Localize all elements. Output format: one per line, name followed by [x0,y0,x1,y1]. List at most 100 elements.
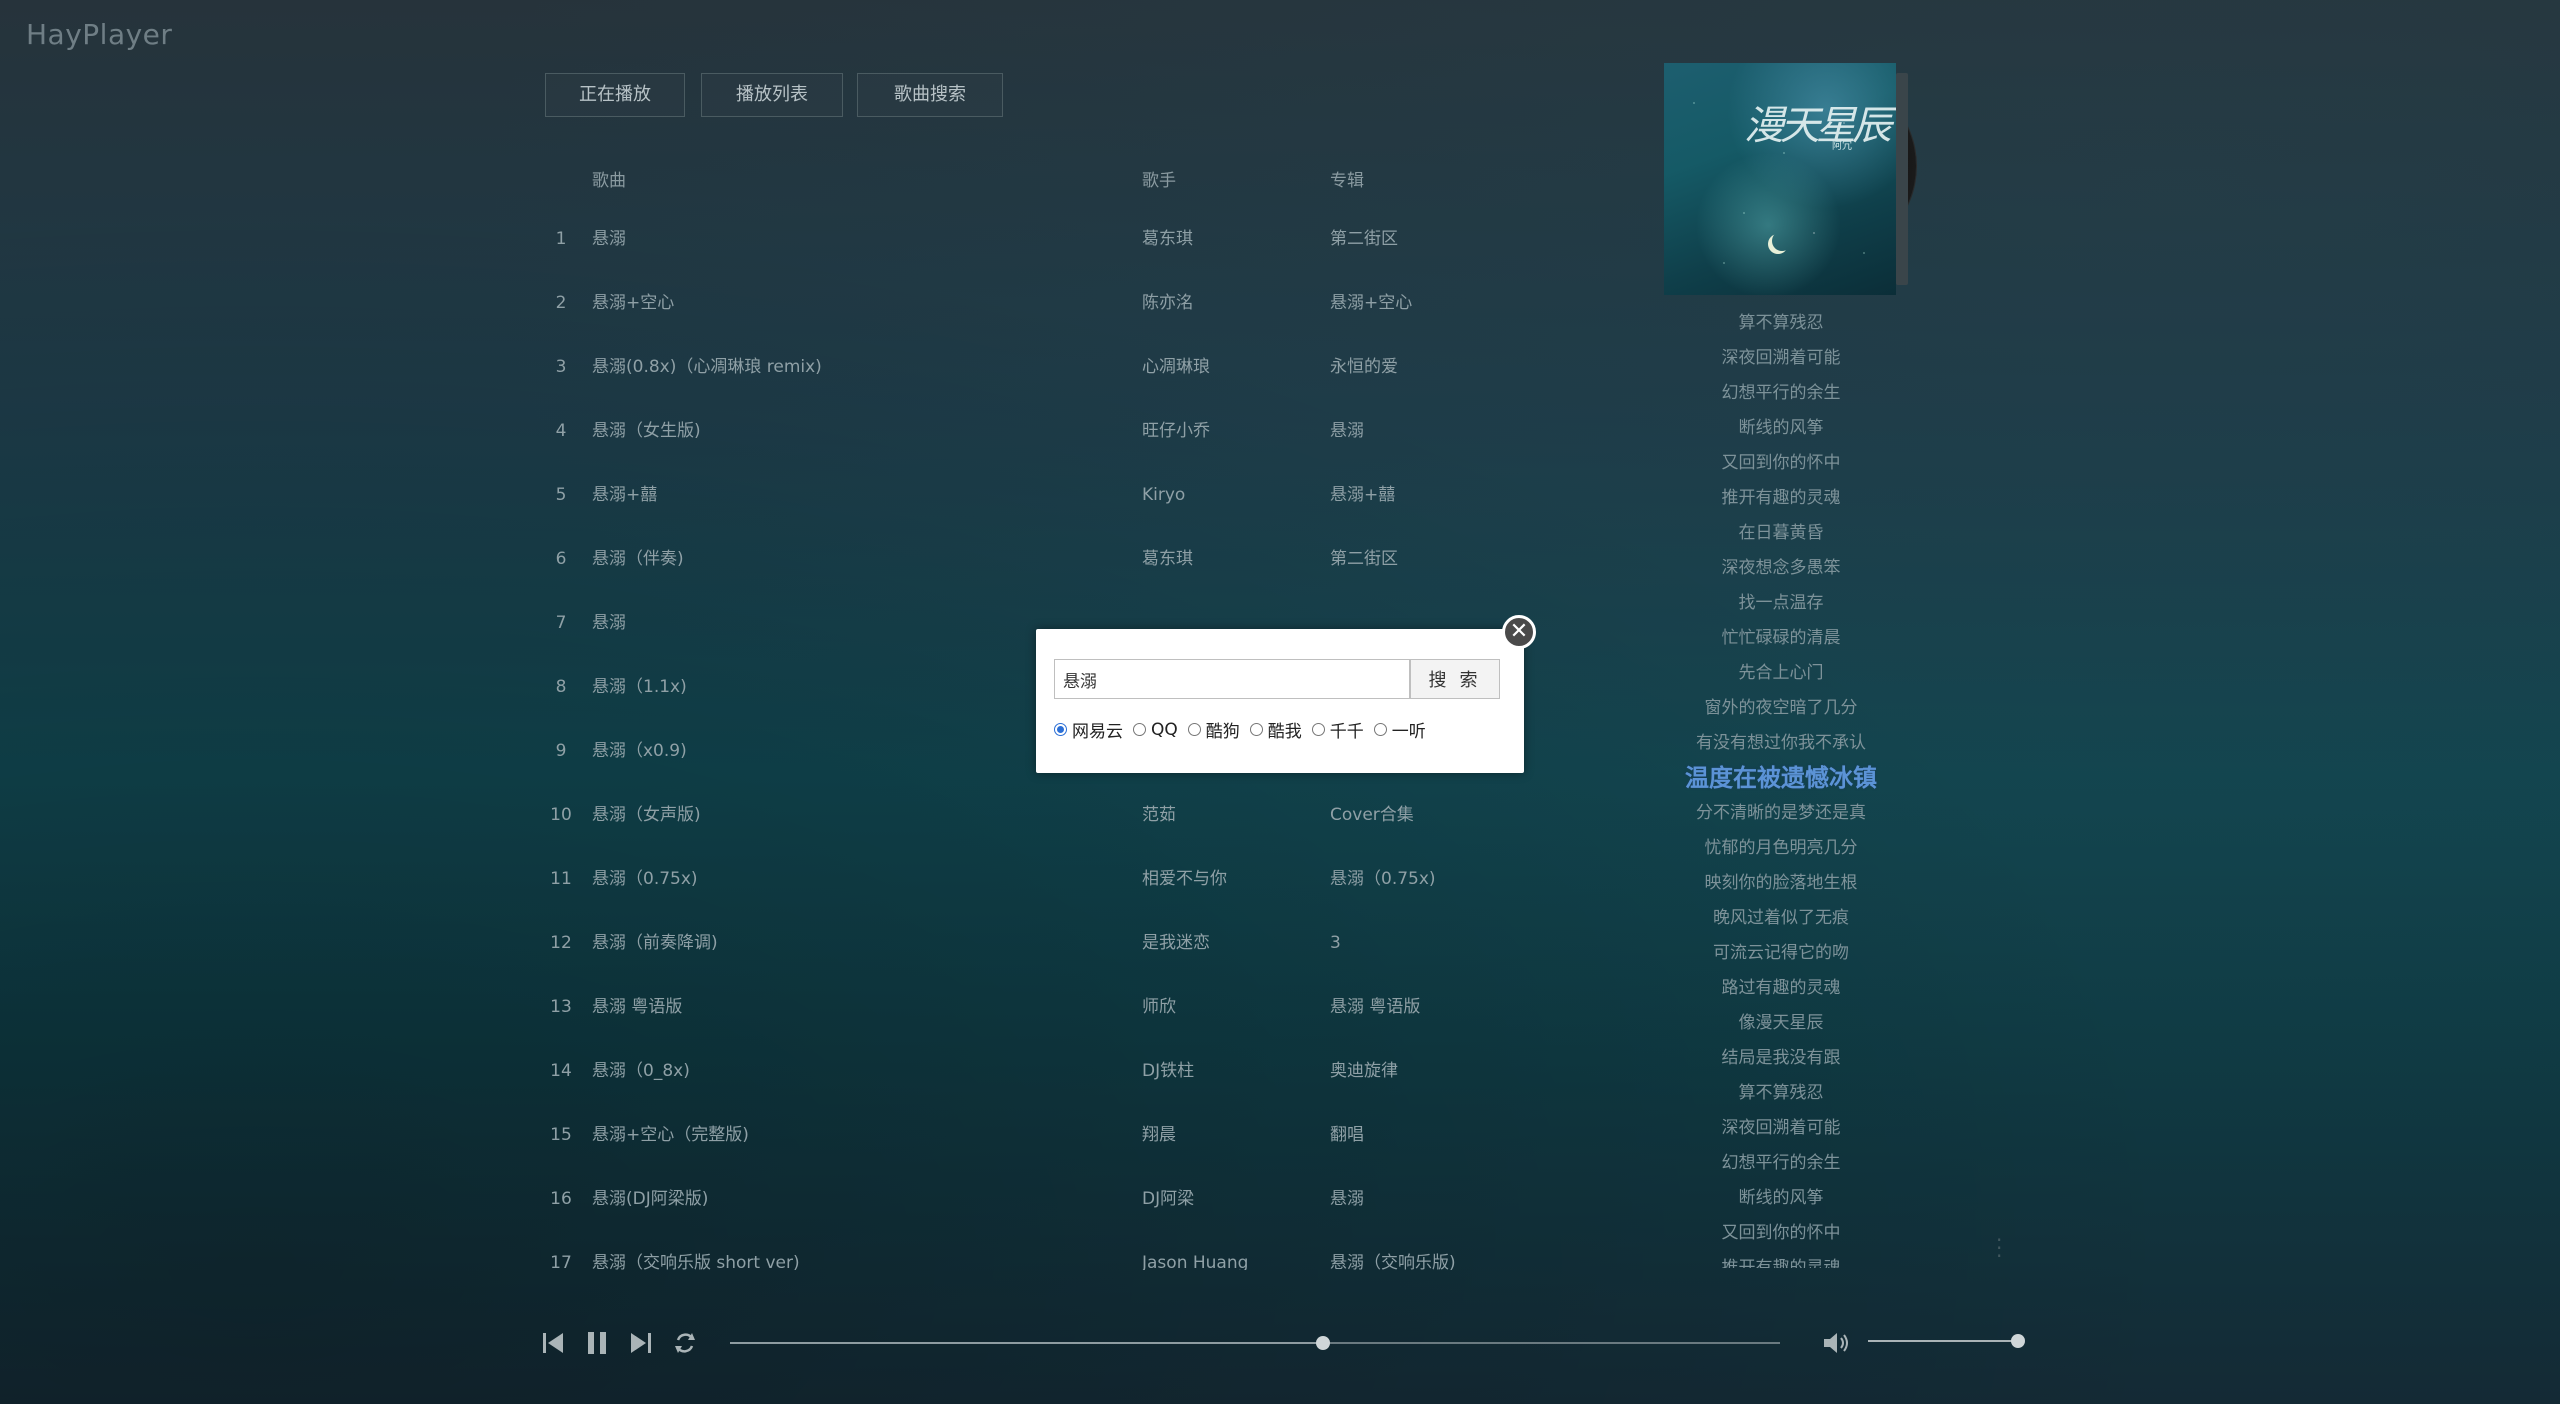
song-title: 悬溺+空心（完整版) [592,1125,749,1145]
pause-icon[interactable] [584,1330,610,1356]
song-artist: Jason Huang [1142,1253,1249,1270]
song-album: 第二街区 [1330,229,1398,249]
table-row[interactable]: 15 悬溺+空心（完整版) 翔晨 翻唱 [545,1103,1545,1167]
song-title: 悬溺 粤语版 [592,997,683,1017]
more-options-icon[interactable]: · · · [1996,1230,2002,1266]
song-title: 悬溺（0_8x) [592,1061,690,1081]
table-row[interactable]: 5 悬溺+囍 Kiryo 悬溺+囍 [545,463,1545,527]
previous-icon[interactable] [540,1330,566,1356]
header-title: 歌曲 [592,171,626,191]
radio-button[interactable] [1187,723,1201,736]
now-playing-artwork: 漫天星辰 阿冗 [1664,63,1916,295]
lyric-line: 窗外的夜空暗了几分 [1704,698,1858,718]
lyric-line: 断线的风筝 [1738,1188,1824,1208]
song-title: 悬溺（0.75x) [592,869,698,889]
radio-button[interactable] [1373,723,1387,736]
song-artist: 相爱不与你 [1142,869,1227,889]
album-cover[interactable]: 漫天星辰 阿冗 [1664,63,1896,295]
lyric-line: 深夜回溯着可能 [1721,1118,1841,1138]
song-album: 悬溺+空心 [1330,293,1413,313]
song-artist: 葛东琪 [1142,549,1193,569]
source-option[interactable]: 酷狗 [1187,717,1240,742]
table-row[interactable]: 6 悬溺（伴奏) 葛东琪 第二街区 [545,527,1545,591]
table-row[interactable]: 14 悬溺（0_8x) DJ铁柱 奥迪旋律 [545,1039,1545,1103]
table-row[interactable]: 1 悬溺 葛东琪 第二街区 [545,207,1545,271]
lyric-line: 深夜想念多愚笨 [1721,558,1841,578]
source-option[interactable]: 网易云 [1054,717,1123,742]
search-button[interactable]: 搜 索 [1410,659,1500,699]
progress-bar[interactable] [730,1336,1780,1350]
song-artist: 师欣 [1142,997,1176,1017]
table-row[interactable]: 17 悬溺（交响乐版 short ver) Jason Huang 悬溺（交响乐版) [545,1231,1545,1270]
source-label: 酷狗 [1205,722,1240,742]
source-option[interactable]: 千千 [1311,717,1364,742]
volume-slider[interactable] [1868,1334,2025,1348]
row-number: 11 [550,869,572,889]
tab-playlist[interactable]: 播放列表 [701,73,843,117]
lyric-line: 找一点温存 [1738,593,1824,613]
app-logo: HayPlayer [26,18,173,51]
lyric-line: 算不算残忍 [1738,1083,1824,1103]
row-number: 13 [550,997,572,1017]
radio-button[interactable] [1311,723,1325,736]
song-album: 悬溺（交响乐版) [1330,1253,1456,1270]
header-album: 专辑 [1330,171,1364,191]
volume-icon[interactable] [1822,1329,1854,1357]
song-artist: 范茹 [1142,805,1176,825]
song-title: 悬溺 [592,613,626,633]
source-option[interactable]: QQ [1133,720,1178,740]
radio-button[interactable] [1133,723,1146,736]
table-row[interactable]: 16 悬溺(DJ阿梁版) DJ阿梁 悬溺 [545,1167,1545,1231]
table-row[interactable]: 4 悬溺（女生版) 旺仔小乔 悬溺 [545,399,1545,463]
lyric-line: 算不算残忍 [1738,313,1824,333]
table-row[interactable]: 3 悬溺(0.8x)（心凋琳琅 remix) 心凋琳琅 永恒的爱 [545,335,1545,399]
song-album: 悬溺+囍 [1330,485,1396,505]
lyric-line: 分不清晰的是梦还是真 [1696,803,1866,823]
row-number: 6 [555,549,567,569]
tab-song-search[interactable]: 歌曲搜索 [857,73,1003,117]
table-row[interactable]: 13 悬溺 粤语版 师欣 悬溺 粤语版 [545,975,1545,1039]
radio-button[interactable] [1054,723,1067,736]
row-number: 7 [555,613,567,633]
search-input[interactable] [1054,659,1410,699]
lyric-line: 又回到你的怀中 [1721,1223,1841,1243]
next-icon[interactable] [628,1330,654,1356]
song-album: 悬溺（0.75x) [1330,869,1436,889]
close-icon[interactable]: ✕ [1502,615,1536,649]
table-row[interactable]: 10 悬溺（女声版) 范茹 Cover合集 [545,783,1545,847]
table-row[interactable]: 12 悬溺（前奏降调) 是我迷恋 3 [545,911,1545,975]
row-number: 14 [550,1061,572,1081]
song-artist: 旺仔小乔 [1142,421,1210,441]
song-title: 悬溺+空心 [592,293,675,313]
source-option[interactable]: 酷我 [1249,717,1302,742]
radio-button[interactable] [1249,723,1263,736]
disc-edge [1896,73,1908,285]
row-number: 10 [550,805,572,825]
row-number: 16 [550,1189,572,1209]
lyric-line: 幻想平行的余生 [1721,1153,1841,1173]
volume-handle[interactable] [2011,1334,2025,1348]
song-artist: DJ阿梁 [1142,1189,1195,1209]
player-controls [540,1322,2040,1362]
song-artist: 陈亦洺 [1142,293,1193,313]
row-number: 5 [555,485,567,505]
cover-subtitle: 阿冗 [1832,141,1852,152]
lyric-line: 幻想平行的余生 [1721,383,1841,403]
lyric-line: 可流云记得它的吻 [1713,943,1849,963]
table-row[interactable]: 2 悬溺+空心 陈亦洺 悬溺+空心 [545,271,1545,335]
lyric-line: 推开有趣的灵魂 [1721,488,1841,508]
song-album: 奥迪旋律 [1330,1061,1398,1081]
song-title: 悬溺（1.1x) [592,677,687,697]
song-album: 悬溺 [1330,421,1364,441]
row-number: 15 [550,1125,572,1145]
source-option[interactable]: 一听 [1373,717,1426,742]
lyric-line-active: 温度在被遗憾冰镇 [1685,764,1877,792]
source-label: QQ [1151,719,1178,740]
table-row[interactable]: 11 悬溺（0.75x) 相爱不与你 悬溺（0.75x) [545,847,1545,911]
tab-now-playing[interactable]: 正在播放 [545,73,685,117]
progress-handle[interactable] [1316,1336,1331,1350]
repeat-icon[interactable] [672,1330,698,1356]
lyric-line: 忧郁的月色明亮几分 [1704,838,1858,858]
row-number: 17 [550,1253,572,1270]
row-number: 3 [555,357,567,377]
